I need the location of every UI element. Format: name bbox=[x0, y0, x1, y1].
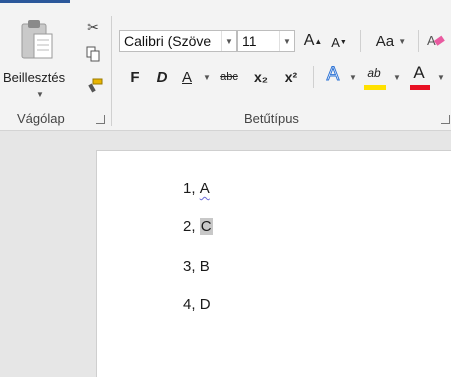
chevron-down-icon[interactable]: ▼ bbox=[279, 31, 294, 51]
line-number: 4, bbox=[183, 296, 196, 313]
chevron-down-icon[interactable]: ▼ bbox=[393, 73, 401, 82]
copy-icon[interactable] bbox=[83, 44, 103, 64]
line-number: 2, bbox=[183, 218, 196, 235]
font-group-label: Betűtípus bbox=[244, 111, 299, 126]
grow-font-label: A bbox=[303, 32, 315, 49]
change-case-button[interactable]: Aa ▼ bbox=[371, 30, 411, 52]
clipboard-dialog-launcher-icon[interactable] bbox=[96, 115, 105, 124]
change-case-label: Aa bbox=[375, 32, 395, 50]
chevron-down-icon[interactable]: ▼ bbox=[203, 73, 211, 82]
font-color-bar bbox=[410, 85, 430, 90]
font-name-value: Calibri (Szöve bbox=[124, 33, 212, 49]
line-answer: D bbox=[199, 296, 211, 313]
toolbar-divider bbox=[360, 30, 361, 52]
active-tab-indicator bbox=[0, 0, 70, 3]
line-answer: A bbox=[199, 180, 210, 197]
shrink-font-button[interactable]: A ▼ bbox=[330, 31, 348, 53]
strikethrough-button[interactable]: abc bbox=[215, 66, 243, 88]
format-painter-icon[interactable] bbox=[85, 76, 105, 96]
grow-font-button[interactable]: A ▲ bbox=[303, 30, 323, 52]
font-size-combo[interactable]: 11 ▼ bbox=[237, 30, 295, 52]
line-answer: B bbox=[199, 258, 210, 275]
clipboard-group-label: Vágólap bbox=[17, 111, 65, 126]
shrink-font-label: A bbox=[331, 34, 340, 50]
line-number: 3, bbox=[183, 258, 196, 275]
selected-text: C bbox=[199, 218, 213, 235]
document-line[interactable]: 2, C bbox=[183, 218, 213, 235]
ribbon: Beillesztés ▼ ✂ Vágólap Calibri (Szöve ▼… bbox=[0, 0, 451, 131]
chevron-down-icon: ▼ bbox=[398, 36, 407, 46]
bold-button[interactable]: F bbox=[128, 66, 142, 88]
document-line[interactable]: 3, B bbox=[183, 258, 210, 275]
italic-button[interactable]: D bbox=[155, 66, 169, 88]
document-line[interactable]: 4, D bbox=[183, 296, 211, 313]
underline-button[interactable]: A bbox=[180, 66, 194, 88]
font-dialog-launcher-icon[interactable] bbox=[441, 115, 450, 124]
text-effects-button[interactable]: A bbox=[323, 64, 343, 86]
chevron-down-icon[interactable]: ▼ bbox=[221, 31, 236, 51]
clear-formatting-icon[interactable]: A bbox=[425, 30, 447, 52]
document-line[interactable]: 1, A bbox=[183, 180, 210, 197]
subscript-button[interactable]: x₂ bbox=[250, 66, 272, 88]
chevron-down-icon[interactable]: ▼ bbox=[437, 73, 445, 82]
paste-icon[interactable] bbox=[20, 18, 56, 62]
group-separator bbox=[111, 16, 112, 126]
document-page[interactable] bbox=[96, 150, 451, 377]
paste-dropdown-icon[interactable]: ▼ bbox=[36, 90, 44, 99]
font-name-combo[interactable]: Calibri (Szöve ▼ bbox=[119, 30, 237, 52]
chevron-down-icon[interactable]: ▼ bbox=[349, 73, 357, 82]
paste-button[interactable]: Beillesztés bbox=[3, 70, 65, 85]
line-number: 1, bbox=[183, 180, 196, 197]
highlight-color-bar bbox=[364, 85, 386, 90]
cut-icon[interactable]: ✂ bbox=[83, 17, 103, 37]
toolbar-divider bbox=[418, 30, 419, 52]
font-size-value: 11 bbox=[242, 33, 257, 49]
highlight-button[interactable]: ab bbox=[363, 62, 385, 84]
superscript-button[interactable]: x² bbox=[280, 66, 302, 88]
toolbar-divider bbox=[313, 66, 314, 88]
font-color-button[interactable]: A bbox=[410, 62, 428, 84]
